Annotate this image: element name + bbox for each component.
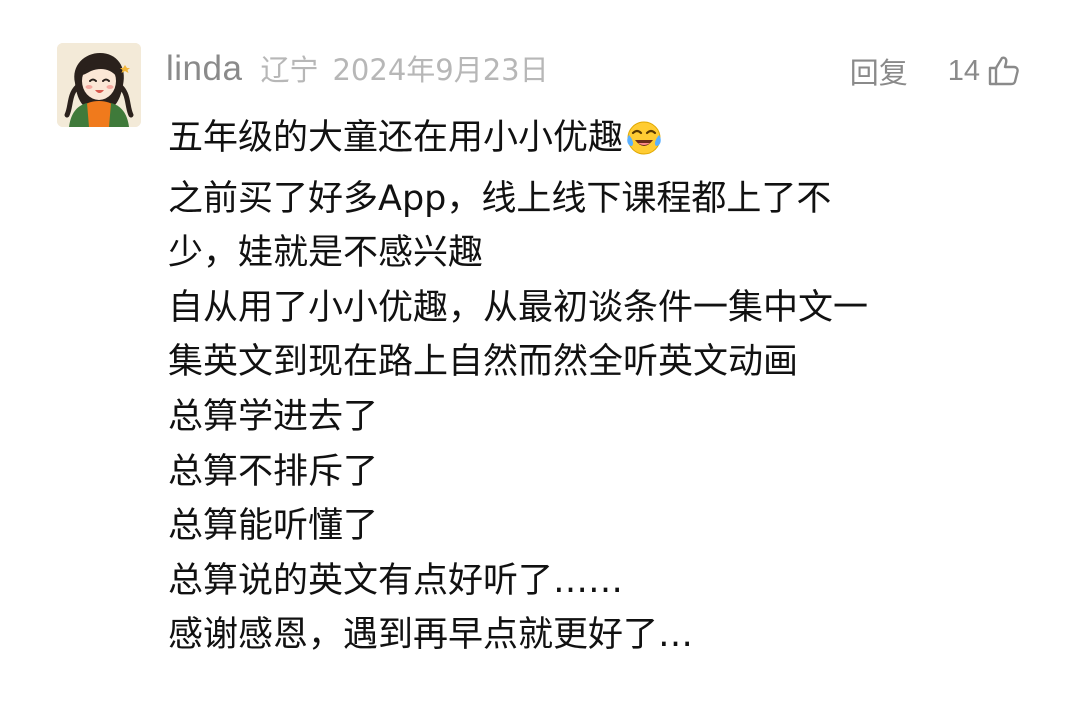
reply-button[interactable]: 回复 — [850, 50, 908, 92]
comment-line: 总算说的英文有点好听了…… — [168, 560, 624, 601]
comment-meta: linda 辽宁 2024年9月23日 — [166, 47, 549, 93]
comment-actions: 回复 14 — [850, 50, 1020, 92]
comment-line: 集英文到现在路上自然而然全听英文动画 — [168, 342, 799, 383]
laughing-tears-emoji-icon — [625, 117, 663, 172]
avatar[interactable] — [57, 43, 141, 127]
like-count: 14 — [947, 54, 980, 87]
comment-line: 自从用了小小优趣，从最初谈条件一集中文一 — [168, 287, 869, 328]
comment-line-text: 五年级的大童还在用小小优趣 — [168, 118, 624, 158]
location-label: 辽宁 — [260, 53, 319, 87]
comment-line: 总算能听懂了 — [168, 506, 379, 547]
comment-line: 少，娃就是不感兴趣 — [168, 233, 484, 274]
comment-body: 五年级的大童还在用小小优趣 之前买了好多App，线上线下课程都上了不 少，娃就是… — [168, 111, 1018, 663]
like-button[interactable]: 14 — [948, 54, 1020, 88]
comment-date: 2024年9月23日 — [332, 53, 549, 87]
username[interactable]: linda — [166, 49, 242, 89]
comment-line: 五年级的大童还在用小小优趣 — [168, 111, 1018, 172]
comment-line: 感谢感恩，遇到再早点就更好了… — [168, 615, 694, 656]
thumbs-up-icon[interactable] — [986, 54, 1020, 88]
comment-card: linda 辽宁 2024年9月23日 回复 14 五年级的大童还在用小小优趣 — [0, 0, 1080, 701]
comment-line: 之前买了好多App，线上线下课程都上了不 — [168, 178, 832, 219]
comment-line: 总算学进去了 — [168, 396, 379, 437]
comment-line: 总算不排斥了 — [168, 451, 379, 492]
